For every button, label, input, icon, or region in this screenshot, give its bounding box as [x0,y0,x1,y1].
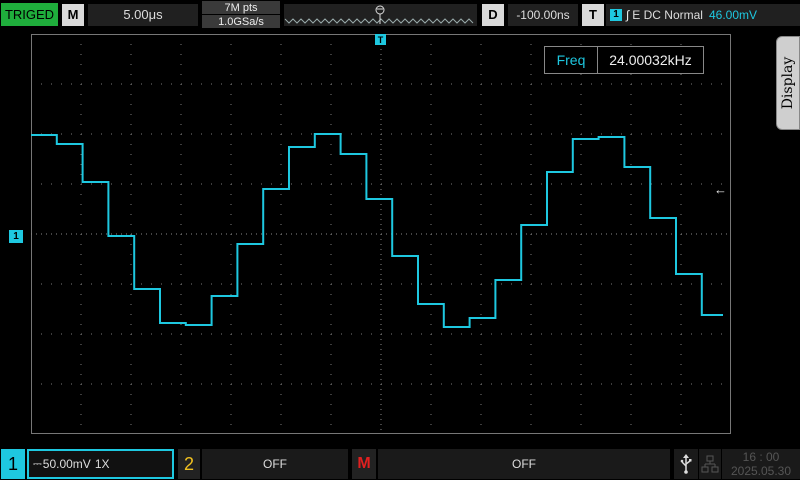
clock-time: 16 : 00 [742,450,780,464]
ch2-status[interactable]: OFF [202,449,348,479]
trigger-position-marker[interactable]: T [375,34,386,45]
overview-waveform-graphic [284,5,474,24]
delay-value[interactable]: -100.00ns [508,4,578,26]
waveform-display-grid[interactable] [31,34,731,434]
trigger-key[interactable]: T [582,4,604,26]
rising-edge-icon: ∫ [626,8,630,22]
timebase-value[interactable]: 5.00μs [88,4,198,26]
ch1-probe: 1X [94,457,110,471]
network-icon [699,449,721,479]
trigger-settings[interactable]: 1 ∫ E DC Normal 46.00mV [606,4,800,26]
delay-key[interactable]: D [482,4,504,26]
usb-icon [674,449,698,479]
horizontal-main-key[interactable]: M [62,4,84,26]
trigger-channel-badge: 1 [610,9,622,21]
measurement-label: Freq [545,47,598,73]
frequency-measurement: Freq 24.00032kHz [544,46,704,74]
waveform-overview [284,4,477,26]
dc-coupling-icon: ⎓ [33,457,42,470]
measurement-value: 24.00032kHz [609,52,692,68]
display-tab-label: Display [780,56,796,110]
sample-rate: 1.0GSa/s [202,15,280,28]
clock-date: 2025.05.30 [730,464,792,478]
memory-depth: 7M pts [202,1,280,14]
ch1-scale: 50.00mV [42,457,91,471]
ch1-button[interactable]: 1 [1,449,25,479]
display-menu-tab[interactable]: Display [776,36,800,130]
system-clock: 16 : 00 2025.05.30 [722,449,800,479]
ch1-ground-marker[interactable]: 1 [9,230,23,243]
trigger-mode: E DC Normal [632,8,703,22]
trigger-level: 46.00mV [708,8,758,22]
trigger-level-arrow-icon[interactable]: ← [714,182,727,197]
math-button[interactable]: M [352,449,376,479]
trigger-status-badge: TRIGED [1,3,58,26]
ch2-button[interactable]: 2 [178,449,200,479]
math-status[interactable]: OFF [378,449,670,479]
ch1-settings[interactable]: ⎓ 50.00mV 1X [27,449,174,479]
